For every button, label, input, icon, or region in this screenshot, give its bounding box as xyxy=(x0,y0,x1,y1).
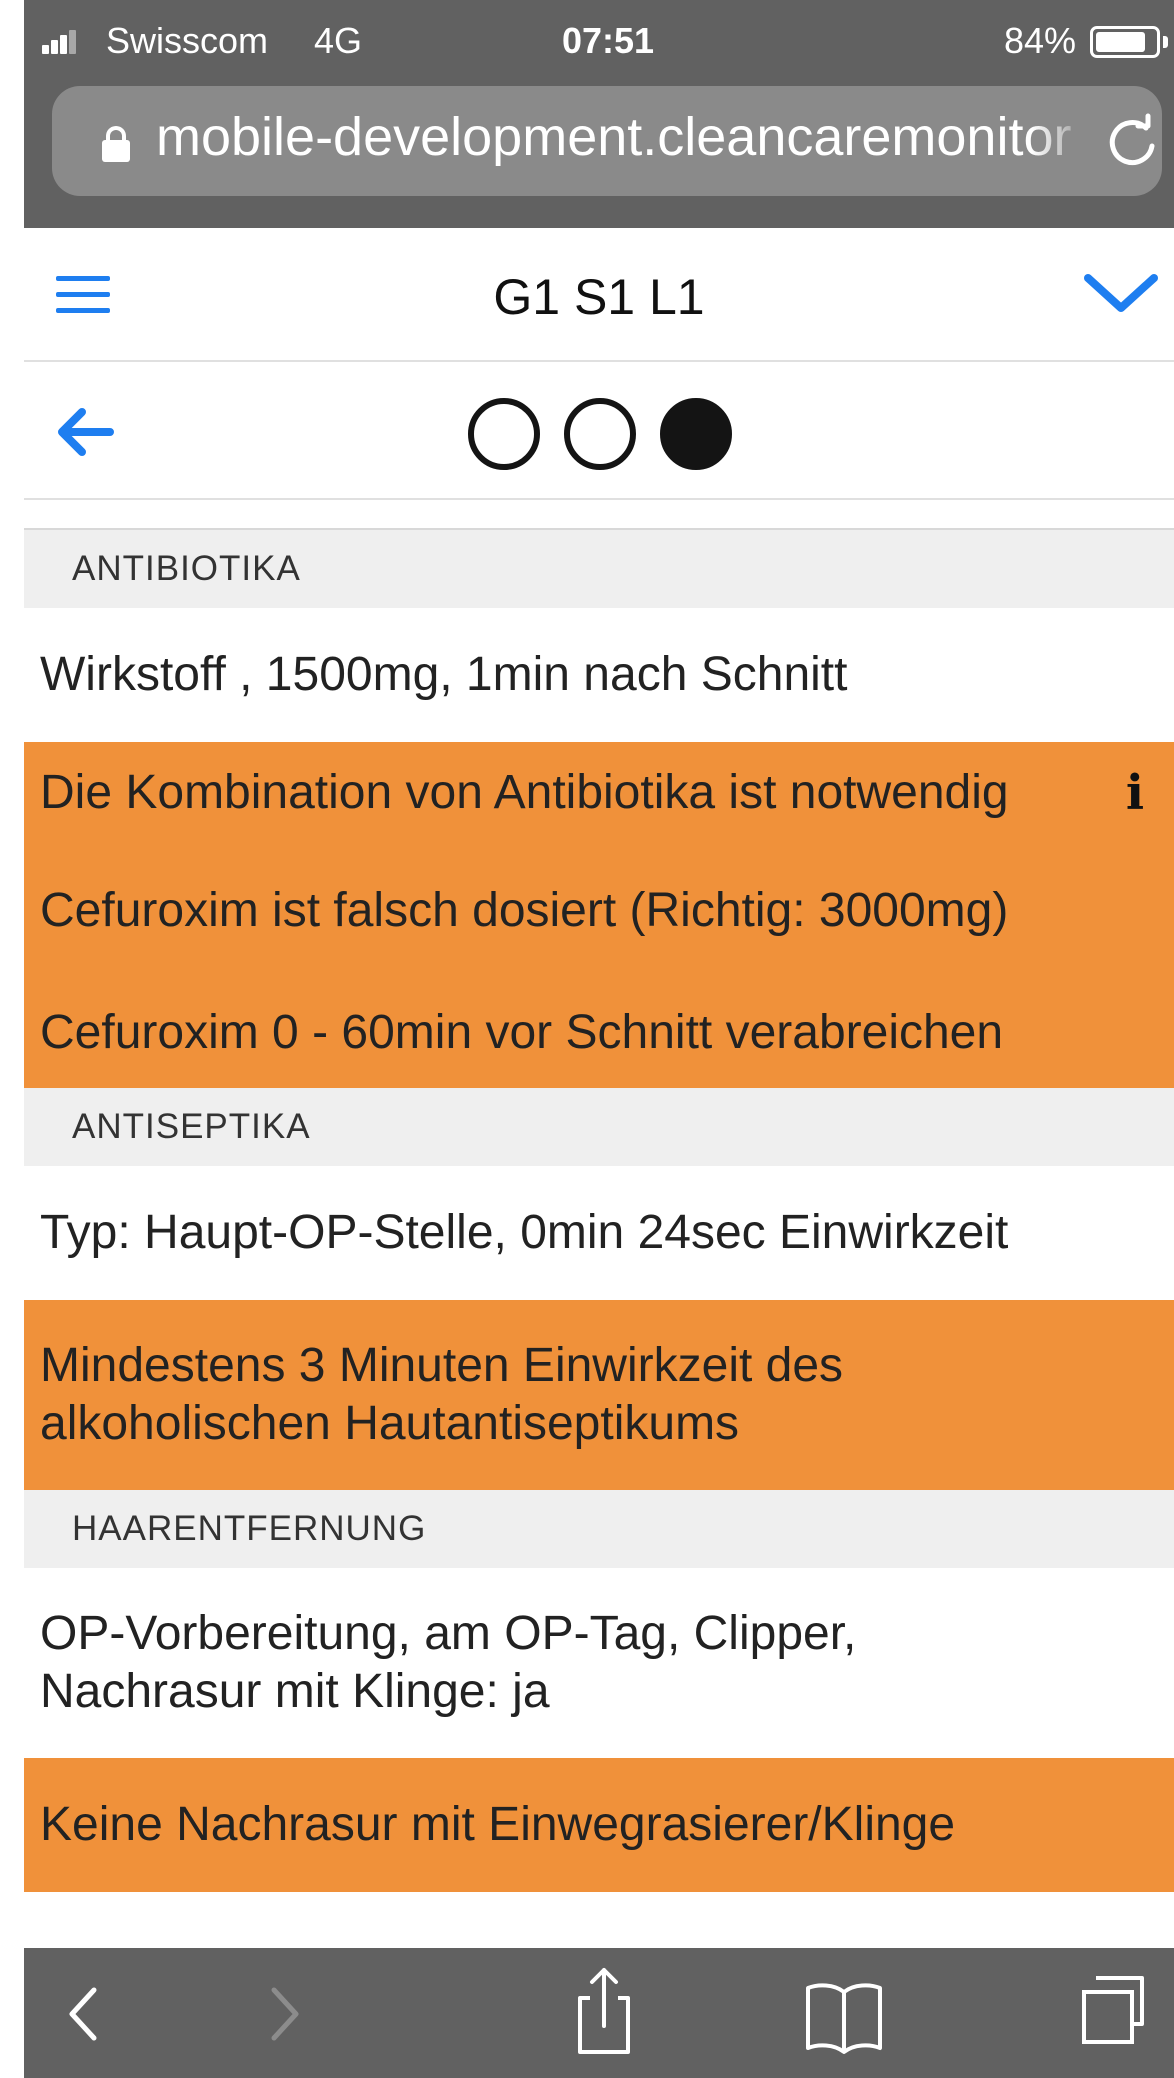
url-fade xyxy=(1032,86,1092,196)
section-header-haarentfernung: HAARENTFERNUNG xyxy=(24,1490,1174,1568)
row-text: Keine Nachrasur mit Einwegrasierer/Kling… xyxy=(40,1798,956,1851)
list-item: Typ: Haupt-OP-Stelle, 0min 24sec Einwirk… xyxy=(24,1166,1174,1300)
info-icon[interactable]: i xyxy=(1120,765,1150,821)
chevron-left-icon[interactable] xyxy=(54,1948,114,2078)
step-dot-2 xyxy=(564,398,636,470)
row-text: Wirkstoff , 1500mg, 1min nach Schnitt xyxy=(40,648,848,701)
row-text: Die Kombination von Antibiotika ist notw… xyxy=(40,766,1009,819)
browser-chrome: mobile-development.cleancaremonitor xyxy=(24,80,1174,228)
signal-bars-icon xyxy=(42,28,84,54)
chevron-right-icon[interactable] xyxy=(254,1948,314,2078)
results-list: ANTIBIOTIKA Wirkstoff , 1500mg, 1min nac… xyxy=(24,530,1174,1892)
row-text: Typ: Haupt-OP-Stelle, 0min 24sec Einwirk… xyxy=(40,1206,1009,1259)
divider xyxy=(24,500,1174,530)
battery-icon xyxy=(1090,26,1160,58)
warning-row: Mindestens 3 Minuten Einwirkzeit des alk… xyxy=(24,1300,1174,1490)
list-item: Wirkstoff , 1500mg, 1min nach Schnitt xyxy=(24,608,1174,742)
battery-percent: 84% xyxy=(1004,20,1077,61)
battery-level-fill xyxy=(1096,32,1145,52)
phone-screen: Swisscom 4G 07:51 84% mobile-development… xyxy=(24,0,1174,2078)
row-text: OP-Vorbereitung, am OP-Tag, Clipper, Nac… xyxy=(40,1607,857,1718)
warning-row: Die Kombination von Antibiotika ist notw… xyxy=(24,742,1174,844)
reload-icon[interactable] xyxy=(1102,112,1162,172)
section-header-antibiotika: ANTIBIOTIKA xyxy=(24,530,1174,608)
url-text[interactable]: mobile-development.cleancaremonitor xyxy=(156,106,1086,168)
stepper-bar xyxy=(24,362,1174,500)
app-header: G1 S1 L1 xyxy=(24,228,1174,362)
battery-tip xyxy=(1163,36,1168,48)
row-text: Mindestens 3 Minuten Einwirkzeit des alk… xyxy=(40,1339,844,1450)
lock-icon xyxy=(102,126,130,162)
url-field[interactable]: mobile-development.cleancaremonitor xyxy=(52,86,1162,196)
share-icon[interactable] xyxy=(564,1948,644,2078)
clock: 07:51 xyxy=(562,20,655,61)
section-header-antiseptika: ANTISEPTIKA xyxy=(24,1088,1174,1166)
chevron-down-icon[interactable] xyxy=(1080,264,1162,324)
warning-row: Cefuroxim ist falsch dosiert (Richtig: 3… xyxy=(24,844,1174,978)
list-item: OP-Vorbereitung, am OP-Tag, Clipper, Nac… xyxy=(24,1568,1174,1758)
book-icon[interactable] xyxy=(794,1948,894,2078)
warning-row: Keine Nachrasur mit Einwegrasierer/Kling… xyxy=(24,1758,1174,1892)
back-arrow-icon[interactable] xyxy=(52,404,118,460)
warning-row: Cefuroxim 0 - 60min vor Schnitt verabrei… xyxy=(24,978,1174,1088)
carrier-name: Swisscom xyxy=(106,20,269,61)
tabs-icon[interactable] xyxy=(1064,1948,1154,2078)
page-title: G1 S1 L1 xyxy=(493,269,705,325)
row-text: Cefuroxim ist falsch dosiert (Richtig: 3… xyxy=(40,884,1009,937)
step-dot-3 xyxy=(660,398,732,470)
step-dot-1 xyxy=(468,398,540,470)
row-text: Cefuroxim 0 - 60min vor Schnitt verabrei… xyxy=(40,1006,1004,1059)
status-bar: Swisscom 4G 07:51 84% xyxy=(24,0,1174,80)
network-type: 4G xyxy=(314,20,363,61)
browser-toolbar xyxy=(24,1948,1174,2078)
